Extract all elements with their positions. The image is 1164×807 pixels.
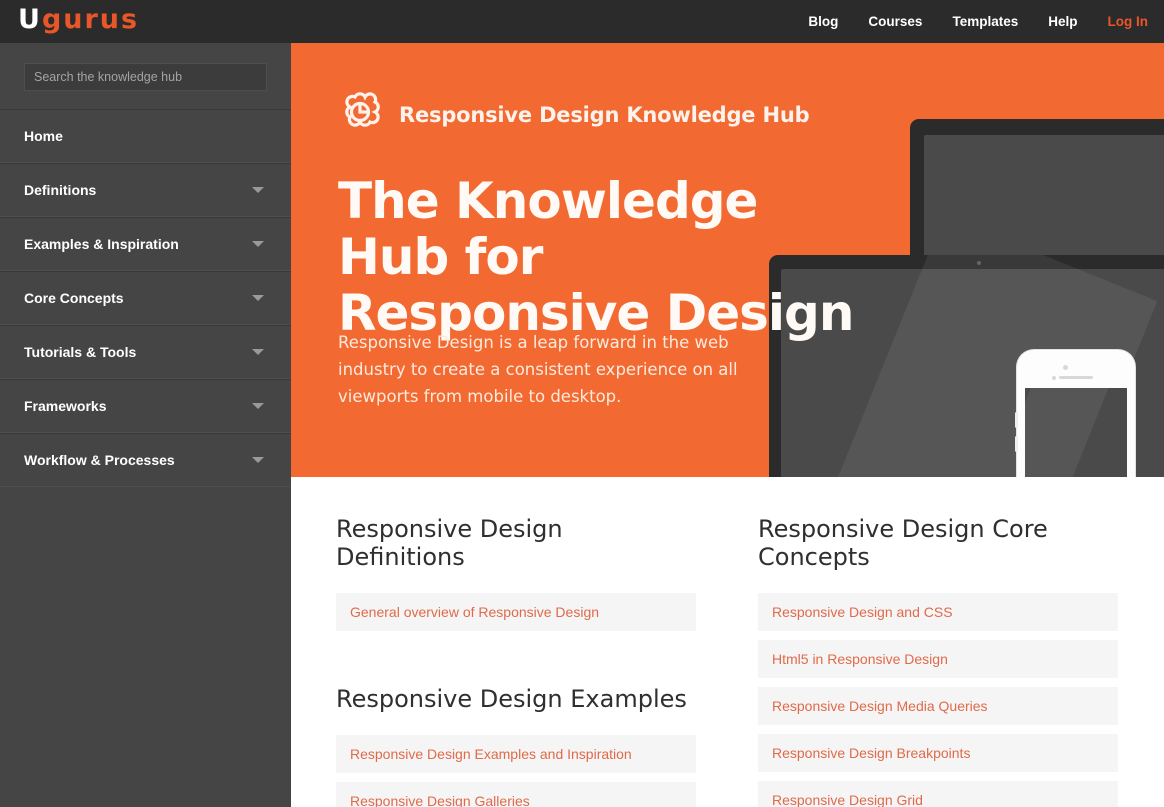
sidebar-item-definitions[interactable]: Definitions [0,163,291,217]
sidebar-item-label: Home [24,128,63,144]
site-logo[interactable]: Ugurus [18,4,139,35]
sidebar: Home Definitions Examples & Inspiration … [0,43,291,807]
sidebar-item-label: Examples & Inspiration [24,236,179,252]
nav-link-help[interactable]: Help [1048,14,1077,29]
content-column-right: Responsive Design Core Concepts Responsi… [758,515,1118,807]
list-item[interactable]: Responsive Design Grid [758,781,1118,807]
hero-brand-title: Responsive Design Knowledge Hub [399,102,810,127]
phone-screen [1025,388,1127,477]
search-input[interactable] [24,63,267,91]
list-item[interactable]: Html5 in Responsive Design [758,640,1118,678]
top-bar: Ugurus Blog Courses Templates Help Log I… [0,0,1164,43]
sidebar-item-examples-inspiration[interactable]: Examples & Inspiration [0,217,291,271]
list-item[interactable]: Responsive Design Examples and Inspirati… [336,735,696,773]
sidebar-item-frameworks[interactable]: Frameworks [0,379,291,433]
clover-logo-icon [336,88,384,141]
list-item[interactable]: Responsive Design and CSS [758,593,1118,631]
volume-button-up [1015,412,1018,428]
list-item[interactable]: Responsive Design Breakpoints [758,734,1118,772]
sensor-icon [1052,376,1056,380]
content-columns: Responsive Design Definitions General ov… [291,477,1164,807]
nav-link-blog[interactable]: Blog [808,14,838,29]
section-heading-definitions: Responsive Design Definitions [336,515,563,571]
logo-text-white: U [18,4,42,35]
top-navigation: Blog Courses Templates Help Log In [808,0,1148,43]
phone-device [1015,350,1135,477]
content-area: Responsive Design Definitions General ov… [291,477,1164,807]
sidebar-item-label: Workflow & Processes [24,452,175,468]
hero-heading: The Knowledge Hub for Responsive Design [338,172,854,342]
hero-brand-row: Responsive Design Knowledge Hub [336,88,810,141]
sidebar-item-core-concepts[interactable]: Core Concepts [0,271,291,325]
chevron-down-icon [252,295,264,301]
sidebar-item-label: Core Concepts [24,290,124,306]
chevron-down-icon [252,241,264,247]
front-camera-icon [1063,365,1068,370]
camera-icon [977,261,981,265]
sidebar-item-home[interactable]: Home [0,109,291,163]
volume-button-down [1015,436,1018,452]
section-heading-core-concepts: Responsive Design Core Concepts [758,515,1048,571]
list-item[interactable]: Responsive Design Galleries [336,782,696,807]
hero-banner: Responsive Design Knowledge Hub The Know… [291,43,1164,477]
section-heading-examples: Responsive Design Examples [336,685,687,713]
logo-text-orange: gurus [41,4,140,35]
sidebar-item-label: Frameworks [24,398,107,414]
chevron-down-icon [252,403,264,409]
sidebar-item-label: Definitions [24,182,97,198]
nav-link-templates[interactable]: Templates [952,14,1018,29]
list-item[interactable]: General overview of Responsive Design [336,593,696,631]
sidebar-item-tutorials-tools[interactable]: Tutorials & Tools [0,325,291,379]
chevron-down-icon [252,187,264,193]
nav-link-courses[interactable]: Courses [868,14,922,29]
content-column-left: Responsive Design Definitions General ov… [336,515,696,807]
search-container [0,43,291,109]
speaker-icon [1059,376,1093,379]
chevron-down-icon [252,349,264,355]
list-item[interactable]: Responsive Design Media Queries [758,687,1118,725]
hero-paragraph: Responsive Design is a leap forward in t… [338,333,738,406]
nav-link-login[interactable]: Log In [1108,14,1149,29]
chevron-down-icon [252,457,264,463]
sidebar-item-label: Tutorials & Tools [24,344,137,360]
sidebar-item-workflow-processes[interactable]: Workflow & Processes [0,433,291,487]
